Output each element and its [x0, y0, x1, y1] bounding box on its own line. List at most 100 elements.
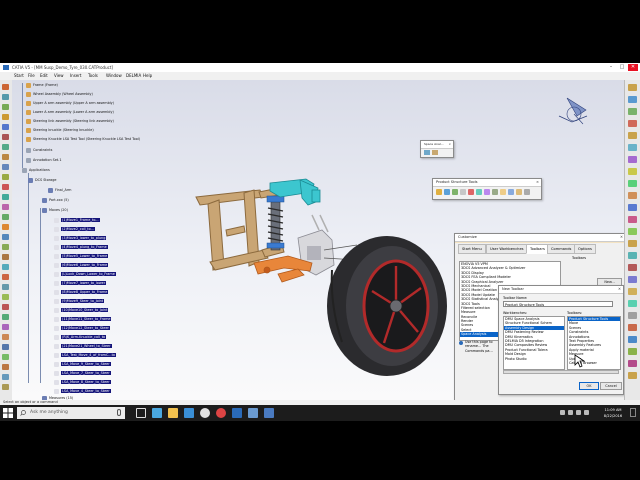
tree-item[interactable]: (L)Lock_Down_Lower_to_Frame — [54, 270, 116, 277]
tool-icon[interactable] — [2, 204, 9, 210]
tree-item[interactable]: Steering knuckle (Steering knuckle) — [26, 126, 94, 133]
tree-item[interactable]: LSA_Move_7_Steer_to_Steer — [54, 369, 111, 376]
tool-icon[interactable] — [2, 304, 9, 310]
tool-icon[interactable] — [628, 84, 637, 91]
app-icon-blue[interactable] — [248, 408, 258, 418]
tool-icon[interactable] — [628, 96, 637, 103]
tool-icon[interactable] — [2, 344, 9, 350]
tool-icon[interactable] — [628, 264, 637, 271]
tool-icon[interactable] — [2, 134, 9, 140]
windows-start-icon[interactable] — [3, 408, 13, 418]
new-toolbar-dialog[interactable]: New Toolbar ✕ Toolbar Name: Product Struc… — [498, 285, 624, 395]
maximize-button[interactable]: □ — [617, 64, 627, 71]
tree-item[interactable]: Final_Arm — [48, 186, 71, 193]
menu-delmia[interactable]: DELMIA — [126, 72, 141, 80]
close-icon[interactable]: × — [536, 179, 539, 186]
manage-representations-icon[interactable] — [500, 189, 506, 195]
tool-icon[interactable] — [628, 216, 637, 223]
tool-icon[interactable] — [628, 324, 637, 331]
tree-item[interactable]: (8)Move8_Upper_to_Frame — [54, 288, 109, 295]
battery-icon[interactable] — [584, 410, 589, 415]
tool-icon[interactable] — [2, 184, 9, 190]
tree-item[interactable]: LSA_Move_4_Steer_to_Steer — [54, 387, 111, 394]
taskbar-clock[interactable]: 11:09 AM 8/22/2016 — [598, 407, 628, 419]
fast-multi-instantiation-icon[interactable] — [516, 189, 522, 195]
menu-view[interactable]: View — [54, 72, 64, 80]
tool-icon[interactable] — [2, 214, 9, 220]
tool-icon[interactable] — [2, 194, 9, 200]
clash-icon[interactable] — [424, 150, 430, 155]
tree-item[interactable]: (R)K_Arm-Knuckle_coll_to — [54, 333, 107, 340]
network-icon[interactable] — [568, 410, 573, 415]
workbench-list[interactable]: DMU Space Analysis Structure Functional … — [503, 316, 565, 370]
tool-icon[interactable] — [628, 288, 637, 295]
menu-insert[interactable]: Insert — [70, 72, 81, 80]
graph-tree-icon[interactable] — [476, 189, 482, 195]
tool-icon[interactable] — [2, 104, 9, 110]
tree-item[interactable]: Part.xxx (5) — [42, 196, 69, 203]
menu-help[interactable]: Help — [143, 72, 152, 80]
catia-taskbar-icon[interactable] — [232, 408, 242, 418]
tree-item[interactable]: Steering link assembly (Steering link as… — [26, 117, 114, 124]
tool-icon[interactable] — [2, 364, 9, 370]
tree-item[interactable]: (3)Move3_lower_to_plung — [54, 234, 107, 241]
tree-item[interactable]: (7)Move7_lower_to_lower — [54, 279, 107, 286]
tool-icon[interactable] — [2, 284, 9, 290]
tool-icon[interactable] — [2, 254, 9, 260]
tool-icon[interactable] — [628, 348, 637, 355]
tool-icon[interactable] — [2, 224, 9, 230]
part-icon[interactable] — [452, 189, 458, 195]
tree-item[interactable]: Upper A arm assembly (Upper A arm assemb… — [26, 99, 114, 106]
tool-icon[interactable] — [2, 354, 9, 360]
task-view-icon[interactable] — [136, 408, 146, 418]
tool-icon[interactable] — [2, 384, 9, 390]
app-icon-red[interactable] — [216, 408, 226, 418]
tool-icon[interactable] — [628, 156, 637, 163]
file-explorer-icon[interactable] — [168, 408, 178, 418]
tree-item[interactable]: (5)Move5_Lower_to_Frame — [54, 252, 109, 259]
menu-start[interactable]: Start — [14, 72, 24, 80]
tree-item[interactable]: (1)Move1_Frame_to... — [54, 216, 100, 223]
tree-item[interactable]: LSA_Test_Move_4_of_fromC...to — [54, 351, 116, 358]
tab-options[interactable]: Options — [574, 244, 596, 254]
tree-item[interactable]: Applications — [22, 166, 50, 173]
tree-item[interactable]: (4)Move4_plung_to_Frame — [54, 243, 108, 250]
selective-load-icon[interactable] — [492, 189, 498, 195]
tool-icon[interactable] — [628, 240, 637, 247]
workbench-item[interactable]: Photo Studio — [504, 357, 564, 361]
tool-icon[interactable] — [628, 360, 637, 367]
horizontal-scrollbar[interactable] — [503, 370, 619, 374]
ok-button[interactable]: OK — [579, 382, 599, 390]
reorder-icon[interactable] — [524, 189, 530, 195]
component-icon[interactable] — [444, 189, 450, 195]
edge-browser-icon[interactable] — [152, 408, 162, 418]
tree-item[interactable]: (6)Move6_Lower_to_Frame — [54, 261, 109, 268]
product-icon[interactable] — [436, 189, 442, 195]
tool-icon[interactable] — [2, 274, 9, 280]
tree-item[interactable]: Annotation Set.1 — [26, 156, 61, 163]
existing-component-icon[interactable] — [460, 189, 466, 195]
tool-icon[interactable] — [2, 124, 9, 130]
cancel-button[interactable]: Cancel — [600, 382, 622, 390]
minimize-button[interactable]: – — [606, 64, 616, 71]
tree-item[interactable]: DCS Storage — [28, 176, 56, 183]
multi-instantiation-icon[interactable] — [508, 189, 514, 195]
tool-icon[interactable] — [2, 374, 9, 380]
close-button[interactable]: ✕ — [628, 64, 638, 71]
tool-icon[interactable] — [2, 334, 9, 340]
tree-item[interactable]: Lower A arm assembly (Lower A arm assemb… — [26, 108, 114, 115]
tree-item[interactable]: Frame (Frame) — [26, 81, 58, 88]
chrome-icon[interactable] — [200, 408, 210, 418]
tool-icon[interactable] — [628, 276, 637, 283]
tray-icon[interactable] — [560, 410, 565, 415]
tool-icon[interactable] — [2, 164, 9, 170]
tool-icon[interactable] — [628, 204, 637, 211]
notification-icon[interactable] — [630, 408, 636, 417]
close-icon[interactable]: ✕ — [620, 234, 623, 241]
store-icon[interactable] — [184, 408, 194, 418]
tree-item[interactable]: LSA_Move_8_Steer_to_Steer — [54, 378, 111, 385]
tool-icon[interactable] — [628, 300, 637, 307]
tree-item[interactable]: (9)Move9_Steer_to_Joint — [54, 297, 105, 304]
tool-icon[interactable] — [628, 336, 637, 343]
tree-item[interactable]: Steering Knuckle LSA Test Tool (Steering… — [26, 135, 140, 142]
